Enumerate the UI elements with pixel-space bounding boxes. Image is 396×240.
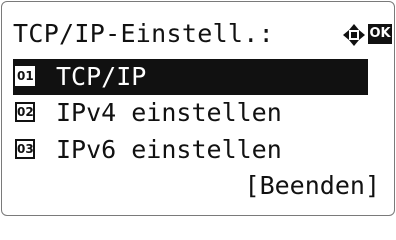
menu-item-ipv4-settings[interactable]: 02 IPv4 einstellen bbox=[13, 95, 373, 131]
menu-item-label: IPv4 einstellen bbox=[56, 98, 282, 127]
finish-button[interactable]: [Beenden] bbox=[245, 168, 380, 204]
menu-item-label: IPv6 einstellen bbox=[56, 135, 282, 164]
item-number-badge: 01 bbox=[15, 66, 35, 86]
menu-item-tcp-ip[interactable]: 01 TCP/IP bbox=[13, 59, 368, 95]
page-title: TCP/IP-Einstell.: bbox=[13, 19, 274, 48]
item-number-badge: 02 bbox=[15, 102, 35, 122]
menu-item-label: TCP/IP bbox=[56, 62, 147, 91]
header-bar: TCP/IP-Einstell.: OK bbox=[13, 16, 392, 52]
lcd-panel: TCP/IP-Einstell.: OK 01 TCP/IP 02 IPv4 e… bbox=[1, 1, 395, 216]
ok-key-icon: OK bbox=[368, 24, 392, 44]
item-number-badge: 03 bbox=[15, 139, 35, 159]
four-way-arrow-icon bbox=[343, 24, 365, 46]
menu-item-ipv6-settings[interactable]: 03 IPv6 einstellen bbox=[13, 132, 373, 168]
